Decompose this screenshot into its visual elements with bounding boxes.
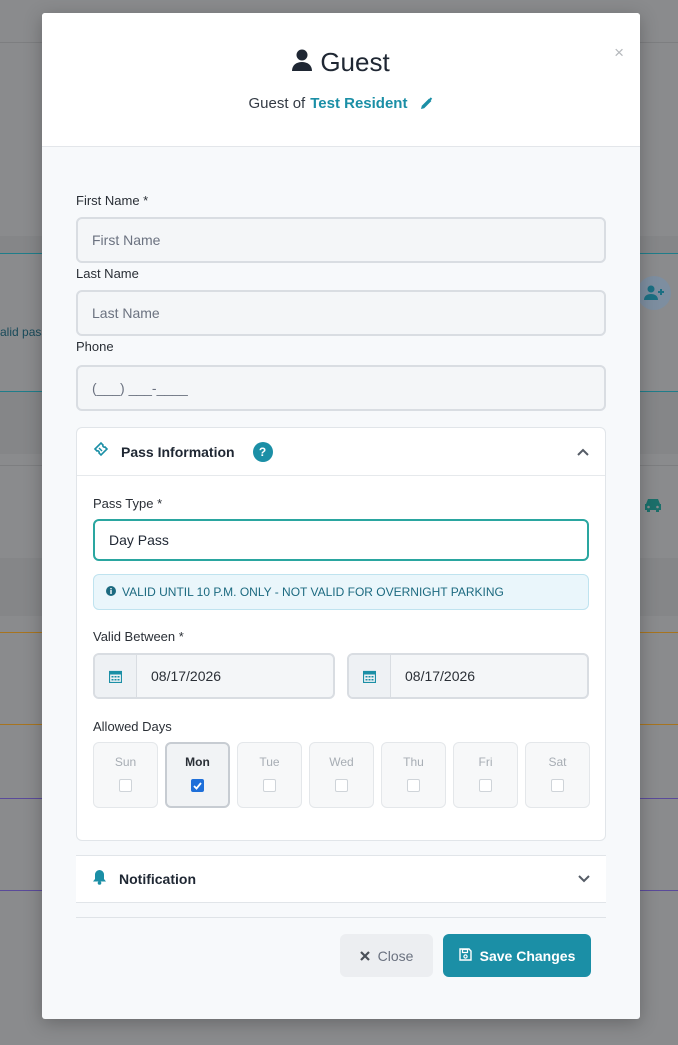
pencil-icon[interactable] [420,97,433,110]
help-icon[interactable]: ? [252,441,273,462]
day-fri[interactable]: Fri [453,742,518,808]
day-checkbox[interactable] [335,779,348,792]
day-checkbox[interactable] [119,779,132,792]
day-mon[interactable]: Mon [165,742,230,808]
floppy-disk-icon [458,947,472,964]
car-icon [643,497,663,518]
day-label: Mon [185,755,210,769]
start-date-picker[interactable]: 08/17/2026 [93,653,335,699]
end-date-picker[interactable]: 08/17/2026 [347,653,589,699]
day-label: Tue [259,755,280,769]
day-checkbox[interactable] [407,779,420,792]
day-checkbox[interactable] [191,779,204,792]
allowed-days-group: Sun Mon Tue Wed Thu Fri Sat [93,742,590,808]
last-name-label: Last Name [76,266,139,281]
first-name-input[interactable]: First Name [76,217,606,263]
day-sat[interactable]: Sat [525,742,590,808]
save-changes-button[interactable]: Save Changes [443,934,591,977]
notification-header[interactable]: Notification [76,855,606,903]
modal-subtitle: Guest of Test Resident [42,95,640,112]
phone-label: Phone [76,339,114,354]
day-tue[interactable]: Tue [237,742,302,808]
close-button[interactable]: Close [340,934,433,977]
user-icon [292,47,313,78]
day-label: Sun [114,755,137,769]
calendar-icon[interactable] [349,655,391,697]
start-date-value[interactable]: 08/17/2026 [137,655,221,697]
phone-input[interactable]: (___) ___-____ [76,365,606,411]
ticket-icon [93,441,109,462]
close-icon[interactable]: × [614,43,624,63]
times-icon [359,948,370,964]
bg-partial-text: alid pass [0,325,48,339]
alert-text: VALID UNTIL 10 P.M. ONLY - NOT VALID FOR… [122,585,504,599]
day-label: Thu [403,755,424,769]
pass-type-select[interactable]: Day Pass [93,519,589,561]
day-wed[interactable]: Wed [309,742,374,808]
day-sun[interactable]: Sun [93,742,158,808]
info-circle-icon [106,585,116,599]
guest-modal: Guest Guest of Test Resident × First Nam… [42,13,640,1019]
add-user-icon[interactable] [637,276,671,310]
end-date-value[interactable]: 08/17/2026 [391,655,475,697]
pass-type-label: Pass Type * [93,496,163,511]
allowed-days-label: Allowed Days [93,719,172,734]
calendar-icon[interactable] [95,655,137,697]
bell-icon [92,869,107,890]
last-name-input[interactable]: Last Name [76,290,606,336]
footer-divider [76,917,606,918]
resident-link[interactable]: Test Resident [310,95,407,112]
notification-title: Notification [119,871,196,887]
chevron-down-icon[interactable] [578,875,590,883]
day-checkbox[interactable] [479,779,492,792]
chevron-up-icon[interactable] [577,448,589,456]
subtitle-prefix: Guest of [248,95,306,112]
save-button-label: Save Changes [479,947,576,964]
pass-information-header[interactable]: Pass Information ? [77,428,605,476]
day-label: Sat [548,755,567,769]
modal-title: Guest [42,47,640,78]
first-name-label: First Name * [76,193,149,208]
modal-header: Guest Guest of Test Resident × [42,13,640,147]
day-label: Fri [478,755,493,769]
day-checkbox[interactable] [551,779,564,792]
modal-title-text: Guest [320,47,390,77]
pass-information-title: Pass Information [121,443,235,460]
day-thu[interactable]: Thu [381,742,446,808]
pass-info-alert: VALID UNTIL 10 P.M. ONLY - NOT VALID FOR… [93,574,589,610]
close-button-label: Close [377,947,414,964]
valid-between-label: Valid Between * [93,629,184,644]
pass-information-card: Pass Information ? Pass Type * Day Pass … [76,427,606,841]
day-checkbox[interactable] [263,779,276,792]
day-label: Wed [329,755,354,769]
